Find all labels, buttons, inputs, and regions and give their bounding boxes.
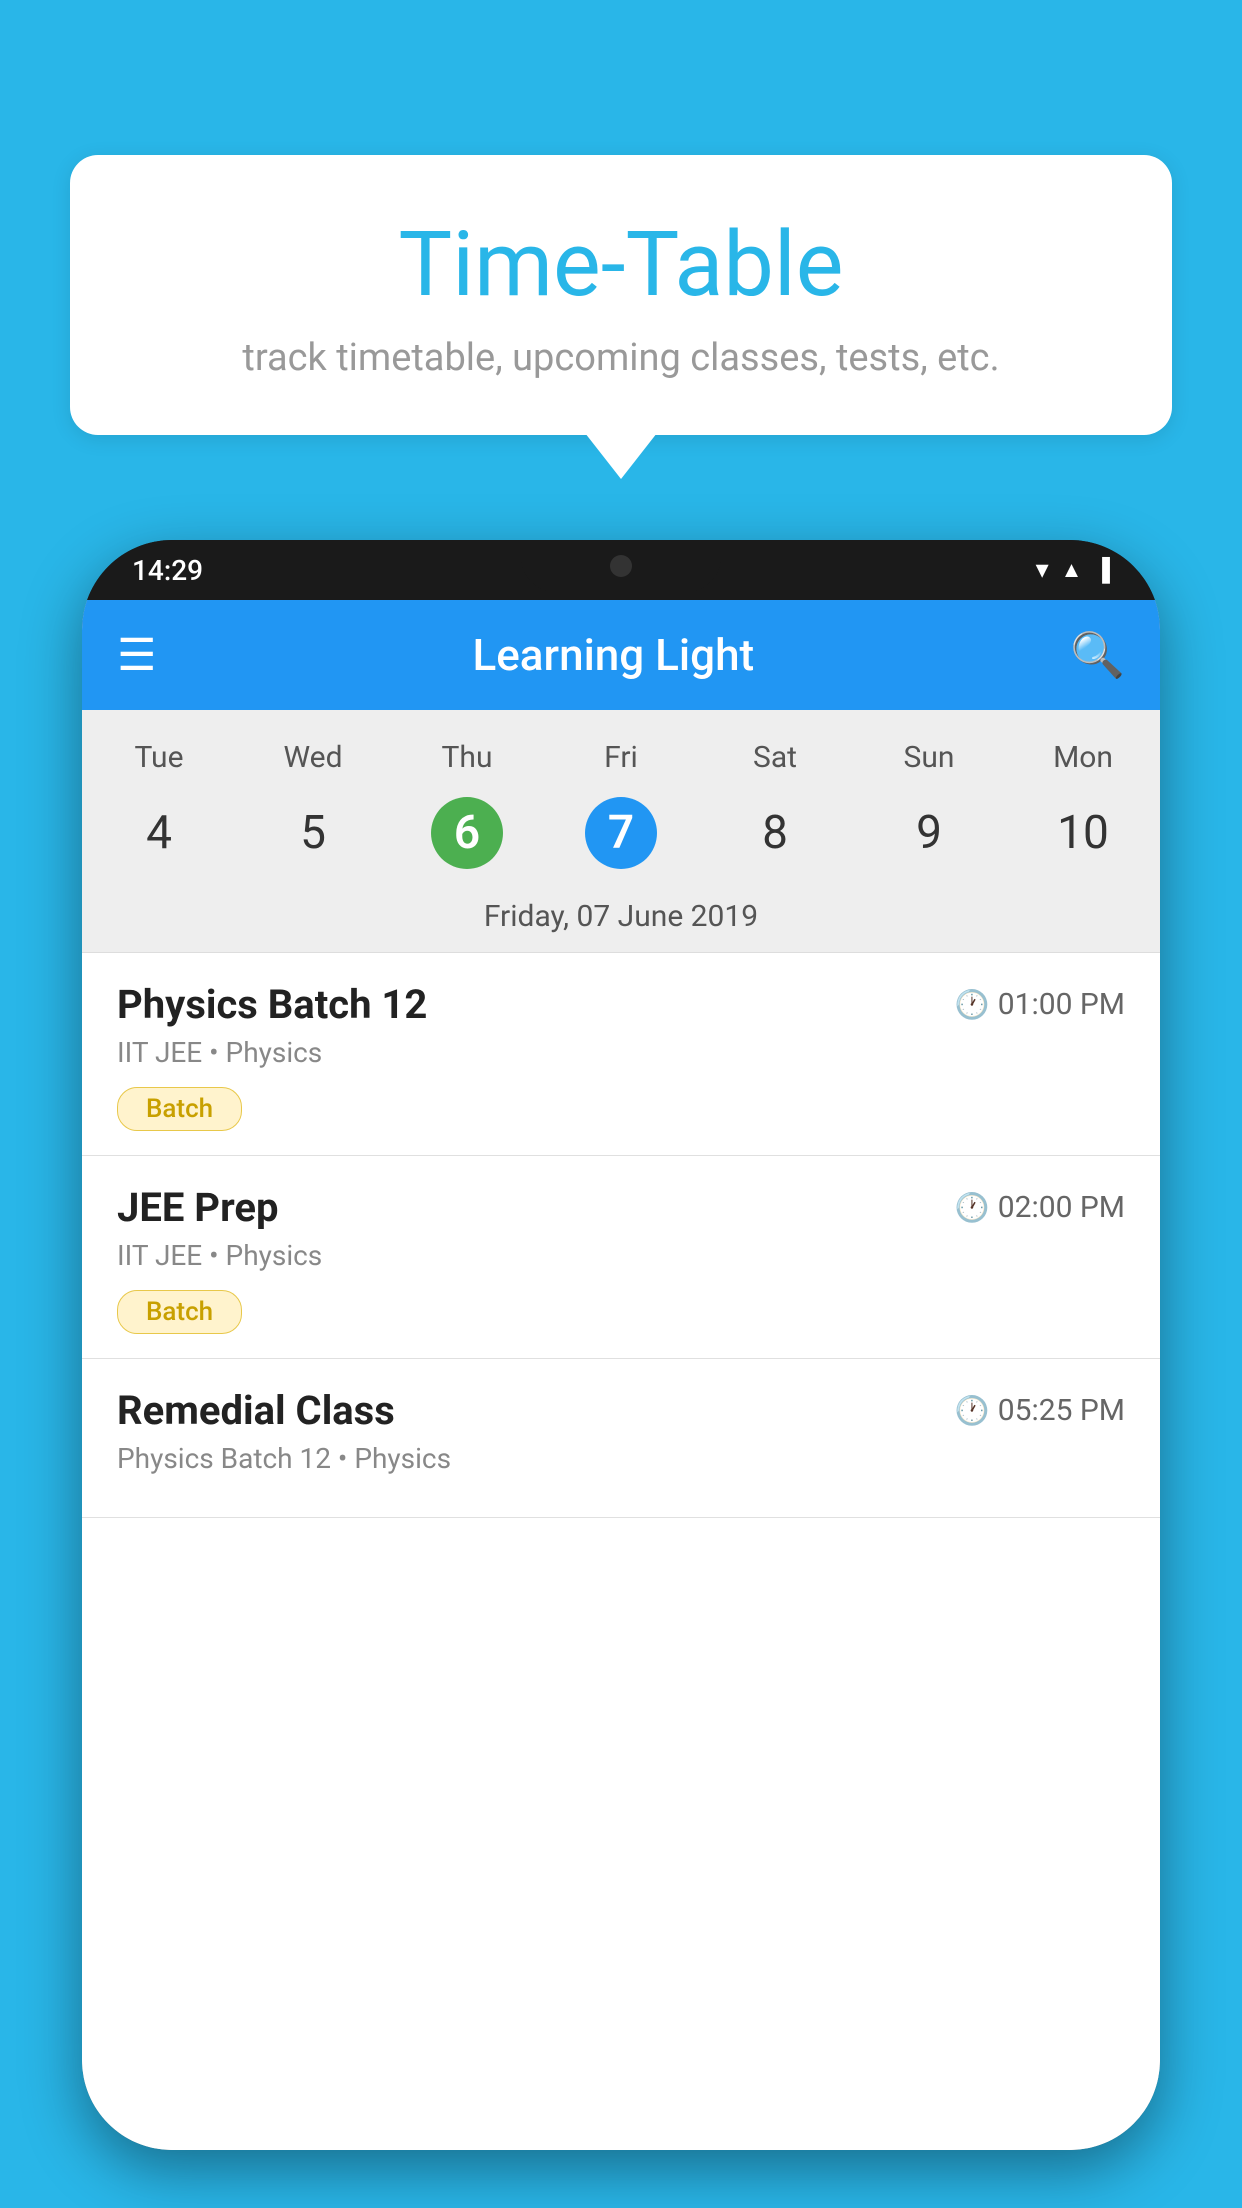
app-title: Learning Light xyxy=(186,629,1040,681)
day-numbers: 4 5 6 7 8 9 10 xyxy=(82,783,1160,885)
schedule-item-3-header: Remedial Class 🕐 05:25 PM xyxy=(117,1387,1125,1434)
clock-icon-3: 🕐 xyxy=(955,1394,990,1427)
hamburger-icon[interactable]: ☰ xyxy=(117,633,156,677)
phone-frame: 14:29 ▾ ▲ ▐ ☰ Learning Light 🔍 Tue Wed T… xyxy=(82,540,1160,2150)
clock-icon-2: 🕐 xyxy=(955,1191,990,1224)
day-header-fri: Fri xyxy=(544,730,698,783)
status-bar: 14:29 ▾ ▲ ▐ xyxy=(82,540,1160,600)
calendar-section: Tue Wed Thu Fri Sat Sun Mon 4 5 6 7 8 9 … xyxy=(82,710,1160,953)
schedule-item-3-time: 🕐 05:25 PM xyxy=(955,1393,1125,1428)
day-header-sat: Sat xyxy=(698,730,852,783)
app-bar: ☰ Learning Light 🔍 xyxy=(82,600,1160,710)
schedule-item-1-header: Physics Batch 12 🕐 01:00 PM xyxy=(117,981,1125,1028)
status-time: 14:29 xyxy=(132,554,203,587)
phone-notch xyxy=(521,540,721,592)
schedule-item-1-title: Physics Batch 12 xyxy=(117,981,427,1028)
batch-badge-1: Batch xyxy=(117,1087,242,1131)
speech-bubble: Time-Table track timetable, upcoming cla… xyxy=(70,155,1172,435)
wifi-icon: ▾ xyxy=(1036,555,1049,585)
selected-date: Friday, 07 June 2019 xyxy=(82,885,1160,953)
day-7-selected[interactable]: 7 xyxy=(544,789,698,877)
schedule-item-3-sub: Physics Batch 12 • Physics xyxy=(117,1442,1125,1475)
schedule-list: Physics Batch 12 🕐 01:00 PM IIT JEE • Ph… xyxy=(82,953,1160,2150)
schedule-item-1-time: 🕐 01:00 PM xyxy=(955,987,1125,1022)
schedule-item-2[interactable]: JEE Prep 🕐 02:00 PM IIT JEE • Physics Ba… xyxy=(82,1156,1160,1359)
batch-badge-2: Batch xyxy=(117,1290,242,1334)
status-icons: ▾ ▲ ▐ xyxy=(1036,555,1110,585)
day-header-sun: Sun xyxy=(852,730,1006,783)
battery-icon: ▐ xyxy=(1094,557,1110,583)
schedule-item-1-sub: IIT JEE • Physics xyxy=(117,1036,1125,1069)
bubble-title: Time-Table xyxy=(120,215,1122,314)
schedule-item-2-time: 🕐 02:00 PM xyxy=(955,1190,1125,1225)
schedule-item-3-title: Remedial Class xyxy=(117,1387,395,1434)
schedule-item-2-title: JEE Prep xyxy=(117,1184,278,1231)
signal-icon: ▲ xyxy=(1061,557,1083,583)
camera xyxy=(610,555,632,577)
day-6-today[interactable]: 6 xyxy=(390,789,544,877)
phone-screen: ☰ Learning Light 🔍 Tue Wed Thu Fri Sat S… xyxy=(82,600,1160,2150)
day-10[interactable]: 10 xyxy=(1006,789,1160,877)
schedule-item-2-header: JEE Prep 🕐 02:00 PM xyxy=(117,1184,1125,1231)
search-icon[interactable]: 🔍 xyxy=(1070,629,1125,681)
day-header-thu: Thu xyxy=(390,730,544,783)
day-header-tue: Tue xyxy=(82,730,236,783)
day-header-mon: Mon xyxy=(1006,730,1160,783)
day-5[interactable]: 5 xyxy=(236,789,390,877)
schedule-item-1[interactable]: Physics Batch 12 🕐 01:00 PM IIT JEE • Ph… xyxy=(82,953,1160,1156)
day-9[interactable]: 9 xyxy=(852,789,1006,877)
day-headers: Tue Wed Thu Fri Sat Sun Mon xyxy=(82,710,1160,783)
schedule-item-3[interactable]: Remedial Class 🕐 05:25 PM Physics Batch … xyxy=(82,1359,1160,1518)
day-8[interactable]: 8 xyxy=(698,789,852,877)
schedule-item-2-sub: IIT JEE • Physics xyxy=(117,1239,1125,1272)
day-4[interactable]: 4 xyxy=(82,789,236,877)
bubble-subtitle: track timetable, upcoming classes, tests… xyxy=(120,336,1122,380)
clock-icon-1: 🕐 xyxy=(955,988,990,1021)
day-header-wed: Wed xyxy=(236,730,390,783)
